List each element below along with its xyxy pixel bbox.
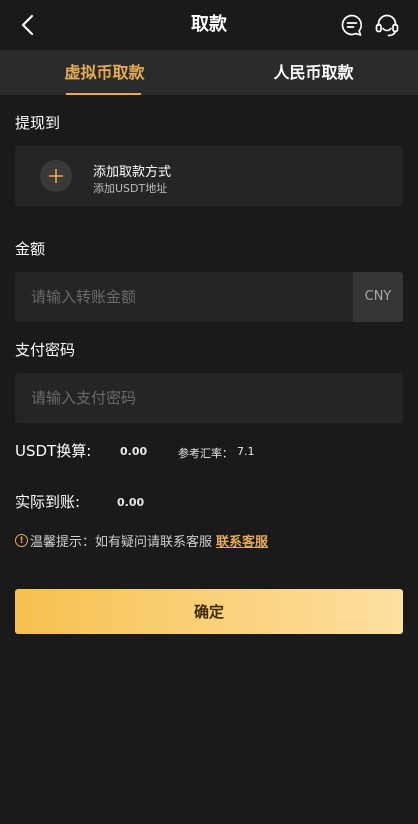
exclamation-circle-icon: ! [15,534,28,547]
actual-received-label: 实际到账: [15,493,81,511]
exchange-rate-label: 参考汇率： [178,447,233,460]
withdraw-to-label: 提现到 [15,114,61,132]
amount-input[interactable] [15,272,353,322]
usdt-conversion-value: 0.00 [120,445,148,458]
amount-field: CNY [15,272,403,322]
exchange-rate-value: 7.1 [237,445,255,458]
headset-icon[interactable] [373,11,401,39]
tab-bar: 虚拟币取款 人民币取款 [0,50,418,95]
tip-row: ! 温馨提示：如有疑问请联系客服 联系客服 [15,531,268,550]
add-method-subtitle: 添加USDT地址 [93,182,168,195]
tab-crypto-withdraw[interactable]: 虚拟币取款 [0,50,209,95]
confirm-button[interactable]: 确定 [15,589,403,634]
amount-label: 金额 [15,240,46,258]
header: 取款 [0,0,418,50]
add-withdraw-method-button[interactable]: 添加取款方式 添加USDT地址 [15,146,403,206]
usdt-conversion-label: USDT换算: [15,442,92,460]
currency-badge: CNY [353,272,403,322]
password-field [15,373,403,423]
chat-icon[interactable] [338,11,366,39]
plus-icon [40,160,72,192]
tab-rmb-withdraw[interactable]: 人民币取款 [209,50,418,95]
password-input[interactable] [15,373,403,423]
tip-text: 温馨提示：如有疑问请联系客服 [30,535,213,550]
add-method-title: 添加取款方式 [93,165,172,180]
actual-received-value: 0.00 [117,496,145,509]
contact-service-link[interactable]: 联系客服 [216,531,268,550]
password-label: 支付密码 [15,341,76,359]
